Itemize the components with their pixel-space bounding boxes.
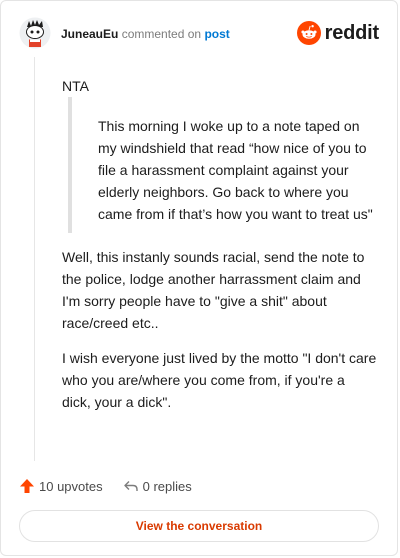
upvote-arrow-icon (20, 479, 34, 493)
blockquote: This morning I woke up to a note taped o… (68, 97, 377, 233)
quote-text: This morning I woke up to a note taped o… (98, 118, 373, 222)
reply-count: 0 replies (142, 478, 192, 494)
replies-button[interactable]: 0 replies (123, 478, 192, 494)
byline: JuneauEu commented on post (61, 26, 230, 42)
reply-arrow-icon (123, 481, 138, 491)
comment-paragraph: I wish everyone just lived by the motto … (62, 350, 377, 410)
upvote-button[interactable]: 10 upvotes (19, 478, 103, 494)
comment-card: JuneauEu commented on post reddit NTA Th… (0, 0, 398, 556)
reddit-logo[interactable]: reddit (296, 21, 380, 45)
comment-paragraph: Well, this instanly sounds racial, send … (62, 249, 365, 331)
view-conversation-button[interactable]: View the conversation (19, 510, 379, 542)
thread-line (34, 57, 35, 461)
comment-header: JuneauEu commented on post reddit (19, 17, 379, 53)
comment-footer: 10 upvotes 0 replies (19, 475, 192, 497)
upvote-count: 10 upvotes (39, 478, 103, 494)
snoo-avatar-icon (19, 17, 51, 49)
post-link[interactable]: post (204, 27, 229, 41)
avatar[interactable] (19, 17, 51, 49)
reddit-wordmark: reddit (324, 21, 380, 44)
byline-action: commented on (121, 27, 202, 41)
author-name[interactable]: JuneauEu (61, 27, 118, 41)
reddit-snoo-icon (296, 21, 321, 45)
comment-body: NTA This morning I woke up to a note tap… (62, 75, 377, 413)
comment-opening: NTA (62, 78, 89, 94)
